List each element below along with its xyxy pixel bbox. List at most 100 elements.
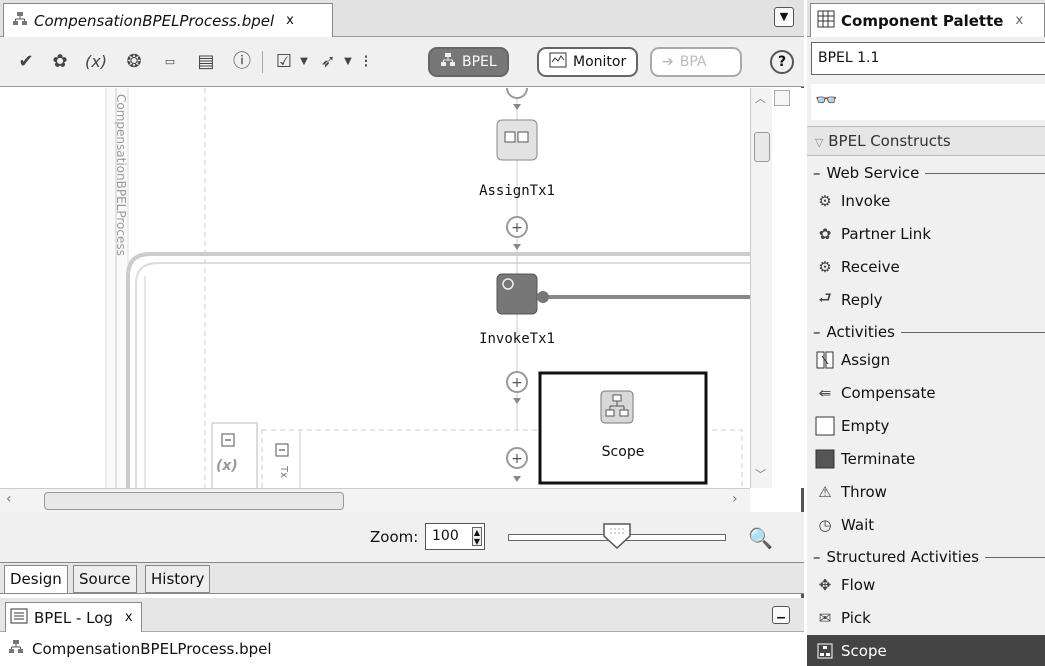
assign-activity-node[interactable] (497, 120, 537, 160)
close-palette-icon[interactable]: x (1015, 13, 1023, 28)
palette-item-partner-link[interactable]: ✿ Partner Link (807, 218, 1045, 250)
log-tab-title: BPEL - Log (34, 608, 113, 627)
group-label: Structured Activities (826, 548, 980, 566)
palette-search-field[interactable]: 👓 (811, 84, 1045, 120)
help-button[interactable]: ? (770, 50, 794, 74)
bpel-mode-button[interactable]: BPEL (428, 47, 509, 77)
info-icon[interactable]: ⓘ (230, 50, 254, 74)
palette-item-assign[interactable]: Assign (807, 344, 1045, 376)
receive-icon: ⚙ (818, 258, 832, 276)
tab-component-palette[interactable]: Component Palette x (810, 3, 1045, 37)
close-tab-icon[interactable]: x (286, 13, 294, 28)
chevron-right-icon[interactable]: › (732, 491, 738, 507)
empty-icon (815, 416, 835, 436)
tab-design[interactable]: Design (4, 565, 68, 593)
variables-icon[interactable]: (x) (84, 50, 108, 74)
palette-item-flow[interactable]: ✥ Flow (807, 569, 1045, 601)
scope-lane-label: CompensationBPELProcess (114, 94, 128, 256)
add-activity-button[interactable] (507, 217, 527, 237)
chevron-up-icon[interactable]: ︿ (755, 90, 766, 106)
item-label: Throw (841, 483, 887, 501)
palette-item-compensate[interactable]: ⇚ Compensate (807, 377, 1045, 409)
partner-links-icon[interactable]: ✿ (48, 50, 72, 74)
palette-item-invoke[interactable]: ⚙ Invoke (807, 185, 1045, 217)
tab-bpel-log[interactable]: BPEL - Log x (5, 602, 142, 632)
toolbar-overflow-icon[interactable]: ⁝ (354, 50, 378, 74)
minimize-log-button[interactable]: ▁ (772, 606, 790, 624)
monitor-mode-button[interactable]: Monitor (537, 47, 639, 77)
invoke-activity-node[interactable] (497, 274, 537, 314)
zoom-level-value: 100 (432, 528, 459, 544)
item-label: Receive (841, 258, 900, 276)
zoom-spinner[interactable]: ▲ ▼ (472, 527, 482, 546)
item-label: Wait (841, 516, 875, 534)
xml-schema-icon[interactable]: ▭ (158, 50, 182, 74)
bpa-mode-button[interactable]: ➔ BPA (650, 47, 742, 77)
palette-page-select[interactable]: BPEL 1.1 (811, 42, 1045, 75)
toolbar-separator (262, 51, 263, 73)
pick-icon: ✉ (818, 609, 832, 627)
editor-toolbar: ✔ ✿ (x) ❂ ▭ ▤ ⓘ ☑ ▼ ➶ ▼ ⁝ BPEL Monitor ➔… (0, 37, 804, 87)
bpel-process-icon (440, 52, 456, 72)
palette-item-receive[interactable]: ⚙ Receive (807, 251, 1045, 283)
tab-list-dropdown-button[interactable]: ▼ (774, 7, 794, 27)
zoom-magnifier-icon[interactable]: 🔍 (748, 526, 773, 550)
palette-item-empty[interactable]: Empty (807, 410, 1045, 442)
tab-history[interactable]: History (145, 565, 211, 593)
palette-item-throw[interactable]: ⚠ Throw (807, 476, 1045, 508)
correlation-icon[interactable]: ❂ (122, 50, 146, 74)
zoom-slider-thumb[interactable] (602, 522, 632, 550)
zoom-label: Zoom: (370, 528, 419, 546)
monitor-icon (549, 52, 567, 72)
log-entry[interactable]: CompensationBPELProcess.bpel (0, 632, 804, 666)
clock-icon: ◷ (818, 516, 832, 534)
horizontal-scroll-thumb[interactable] (44, 492, 344, 510)
overview-toggle-icon[interactable] (774, 90, 790, 106)
chevron-down-icon[interactable]: ▼ (292, 50, 316, 74)
bpel-mode-label: BPEL (462, 54, 497, 70)
binoculars-icon[interactable]: 👓 (815, 90, 837, 111)
xslt-icon[interactable]: ▤ (194, 50, 218, 74)
validate-checkmark-icon[interactable]: ✔ (14, 50, 38, 74)
palette-item-reply[interactable]: ⮐ Reply (807, 284, 1045, 316)
monitor-mode-label: Monitor (573, 54, 627, 70)
palette-item-scope[interactable]: Scope (807, 635, 1045, 666)
component-palette: Component Palette x BPEL 1.1 👓 ▽ BPEL Co… (807, 0, 1045, 666)
chevron-down-icon[interactable]: ﹀ (755, 466, 766, 482)
assign-icon (815, 350, 835, 370)
bpel-editor-pane: CompensationBPELProcess.bpel x ▼ ✔ ✿ (x)… (0, 0, 804, 666)
chevron-left-icon[interactable]: ‹ (6, 491, 12, 507)
assign-activity-label[interactable]: AssignTx1 (460, 183, 574, 199)
variables-icon[interactable]: (x) (216, 458, 238, 474)
canvas-vertical-scrollbar[interactable]: ︿ ﹀ (750, 88, 772, 488)
flow-icon: ✥ (818, 576, 832, 594)
palette-item-terminate[interactable]: Terminate (807, 443, 1045, 475)
item-label: Flow (841, 576, 876, 594)
palette-category-label: BPEL Constructs (828, 132, 951, 150)
collapse-icon[interactable] (222, 434, 234, 446)
scope-icon (815, 641, 835, 661)
reply-icon: ⮐ (818, 288, 832, 307)
bpel-design-canvas[interactable]: + + + CompensationBPELProcess AssignTx1 … (0, 88, 804, 488)
canvas-horizontal-scrollbar[interactable]: ‹ › (0, 488, 750, 512)
item-label: Compensate (841, 384, 936, 402)
bpel-process-icon (8, 639, 24, 659)
collapse-icon[interactable] (276, 444, 288, 456)
palette-category-header[interactable]: ▽ BPEL Constructs (807, 126, 1045, 156)
add-activity-button[interactable] (507, 372, 527, 392)
chevron-down-icon: ▽ (815, 136, 824, 149)
invoke-activity-label[interactable]: InvokeTx1 (460, 331, 574, 347)
bpa-icon: ➔ (662, 54, 674, 70)
add-activity-button[interactable] (507, 448, 527, 468)
zoom-level-input[interactable]: 100 ▲ ▼ (425, 523, 485, 550)
palette-group-structured-activities: – Structured Activities (813, 545, 1045, 569)
vertical-scroll-thumb[interactable] (754, 132, 770, 162)
palette-item-pick[interactable]: ✉ Pick (807, 602, 1045, 634)
editor-view-tabs: Design Source History (0, 562, 804, 594)
palette-item-wait[interactable]: ◷ Wait (807, 509, 1045, 541)
tab-compensation-bpel-process[interactable]: CompensationBPELProcess.bpel x (3, 3, 333, 37)
group-label: Activities (826, 323, 895, 341)
close-log-tab-icon[interactable]: x (125, 610, 133, 625)
tab-source[interactable]: Source (73, 565, 137, 593)
item-label: Partner Link (841, 225, 931, 243)
